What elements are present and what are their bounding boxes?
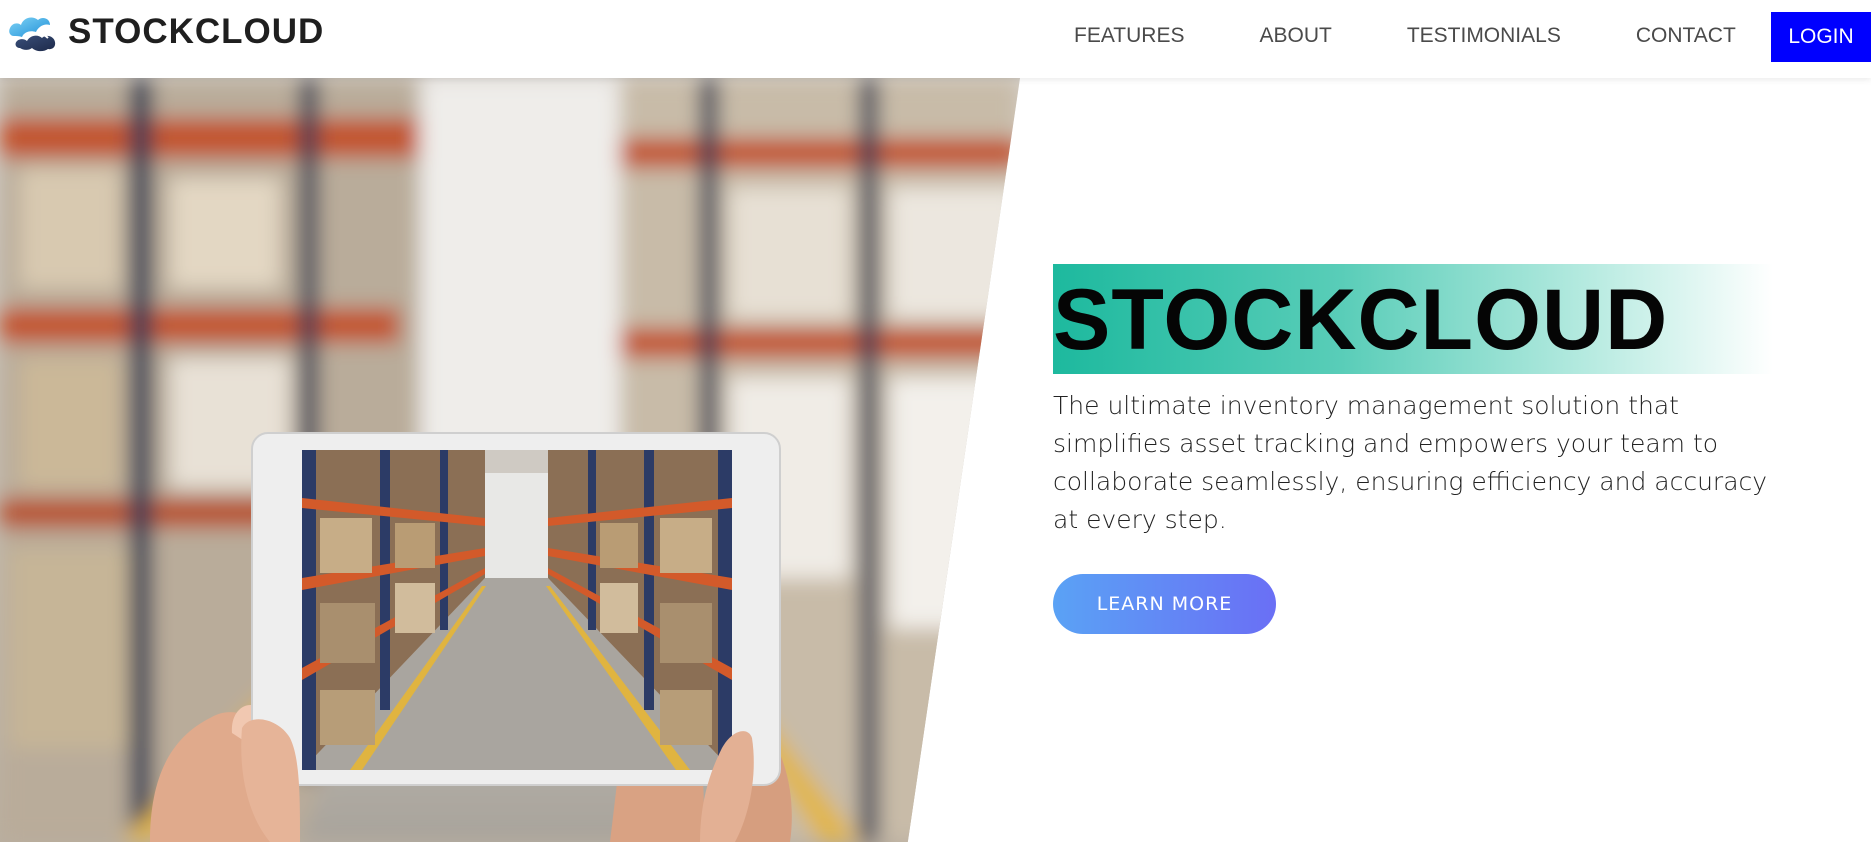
main-nav: FEATURES ABOUT TESTIMONIALS CONTACT [1074,0,1736,72]
nav-link-testimonials[interactable]: TESTIMONIALS [1407,24,1561,48]
brand[interactable]: STOCKCLOUD [8,10,324,54]
warehouse-tablet-photo [0,78,1020,842]
nav-link-contact[interactable]: CONTACT [1636,24,1736,48]
hero-title-highlight: STOCKCLOUD [1053,264,1773,374]
nav-link-about[interactable]: ABOUT [1259,24,1331,48]
hero-description: The ultimate inventory management soluti… [1053,391,1768,534]
nav-link-features[interactable]: FEATURES [1074,24,1184,48]
tablet-screen [302,450,732,770]
learn-more-button[interactable]: LEARN MORE [1053,574,1276,634]
hero-title: STOCKCLOUD [1053,272,1669,368]
top-navbar: STOCKCLOUD FEATURES ABOUT TESTIMONIALS C… [0,0,1871,78]
brand-name: STOCKCLOUD [68,12,325,51]
cloud-logo-icon [9,17,56,52]
login-button[interactable]: LOGIN [1771,12,1871,62]
hero-image [0,78,1020,842]
